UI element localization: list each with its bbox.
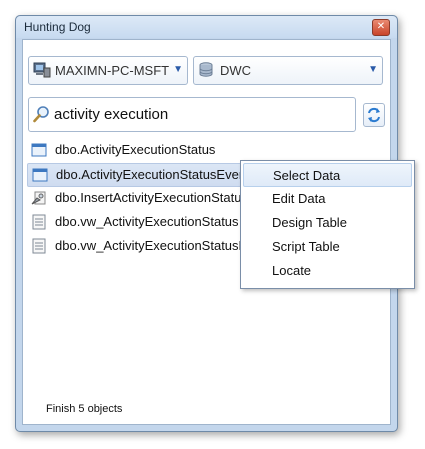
search-icon: [33, 106, 49, 123]
title-bar[interactable]: Hunting Dog ✕: [16, 16, 397, 38]
menu-item-select-data[interactable]: Select Data: [243, 163, 412, 187]
stored-procedure-icon: [31, 191, 46, 205]
context-menu: Select Data Edit Data Design Table Scrip…: [240, 160, 415, 289]
status-text: Finish 5 objects: [46, 403, 123, 415]
list-item[interactable]: dbo.ActivityExecutionStatus: [27, 139, 373, 161]
view-icon: [32, 214, 46, 230]
view-icon: [32, 238, 46, 254]
database-combo[interactable]: DWC ▼: [193, 56, 383, 85]
menu-item-locate[interactable]: Locate: [243, 259, 410, 281]
server-name: MAXIMN-PC-MSFT: [55, 63, 170, 78]
refresh-icon: [368, 107, 380, 123]
refresh-button[interactable]: [363, 103, 385, 127]
result-label: dbo.ActivityExecutionStatusEvent: [56, 167, 250, 182]
result-label: dbo.ActivityExecutionStatus: [55, 142, 216, 157]
menu-item-script-table[interactable]: Script Table: [243, 235, 410, 257]
result-label: dbo.vw_ActivityExecutionStatus: [55, 214, 239, 229]
database-name: DWC: [220, 63, 252, 78]
database-icon: [199, 62, 213, 77]
search-box[interactable]: [28, 97, 356, 132]
chevron-down-icon: ▼: [368, 64, 378, 75]
window-title: Hunting Dog: [24, 20, 91, 34]
chevron-down-icon: ▼: [173, 64, 183, 75]
menu-item-design-table[interactable]: Design Table: [243, 211, 410, 233]
table-icon: [31, 143, 47, 157]
search-input[interactable]: [54, 104, 344, 124]
menu-item-edit-data[interactable]: Edit Data: [243, 187, 410, 209]
computer-icon: [33, 62, 51, 78]
server-combo[interactable]: MAXIMN-PC-MSFT ▼: [28, 56, 188, 85]
table-icon: [32, 168, 48, 182]
close-icon[interactable]: ✕: [372, 19, 390, 36]
